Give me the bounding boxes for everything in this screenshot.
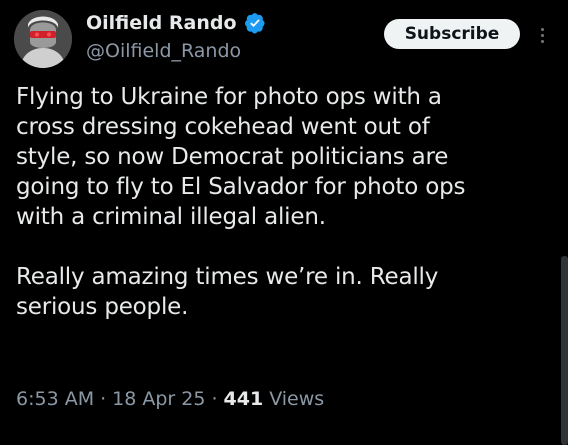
tweet-paragraph-1: Flying to Ukraine for photo ops with a c… — [16, 84, 466, 230]
display-name-row: Oilfield Rando — [86, 10, 266, 36]
views-label: Views — [269, 388, 325, 410]
tweet-paragraph-2: Really amazing times we’re in. Really se… — [16, 264, 439, 320]
display-name[interactable]: Oilfield Rando — [86, 12, 237, 34]
tweet: Oilfield Rando @Oilfield_Rando Subscribe… — [0, 0, 568, 445]
meta-separator: · — [100, 388, 107, 410]
more-vertical-icon[interactable] — [534, 22, 550, 48]
more-dot — [540, 39, 544, 43]
tweet-time[interactable]: 6:53 AM — [16, 388, 94, 410]
subscribe-button[interactable]: Subscribe — [384, 19, 520, 49]
tweet-meta: 6:53 AM · 18 Apr 25 · 441 Views — [16, 388, 324, 410]
tweet-text: Flying to Ukraine for photo ops with a c… — [16, 82, 546, 322]
more-dot — [540, 33, 544, 37]
handle[interactable]: @Oilfield_Rando — [86, 40, 241, 62]
more-dot — [540, 27, 544, 31]
meta-separator: · — [211, 388, 218, 410]
verified-badge-icon — [244, 12, 266, 34]
avatar[interactable] — [14, 10, 72, 68]
avatar-image — [14, 10, 72, 68]
tweet-date[interactable]: 18 Apr 25 — [112, 388, 205, 410]
views-count: 441 — [223, 388, 264, 410]
scrollbar[interactable] — [561, 256, 568, 445]
